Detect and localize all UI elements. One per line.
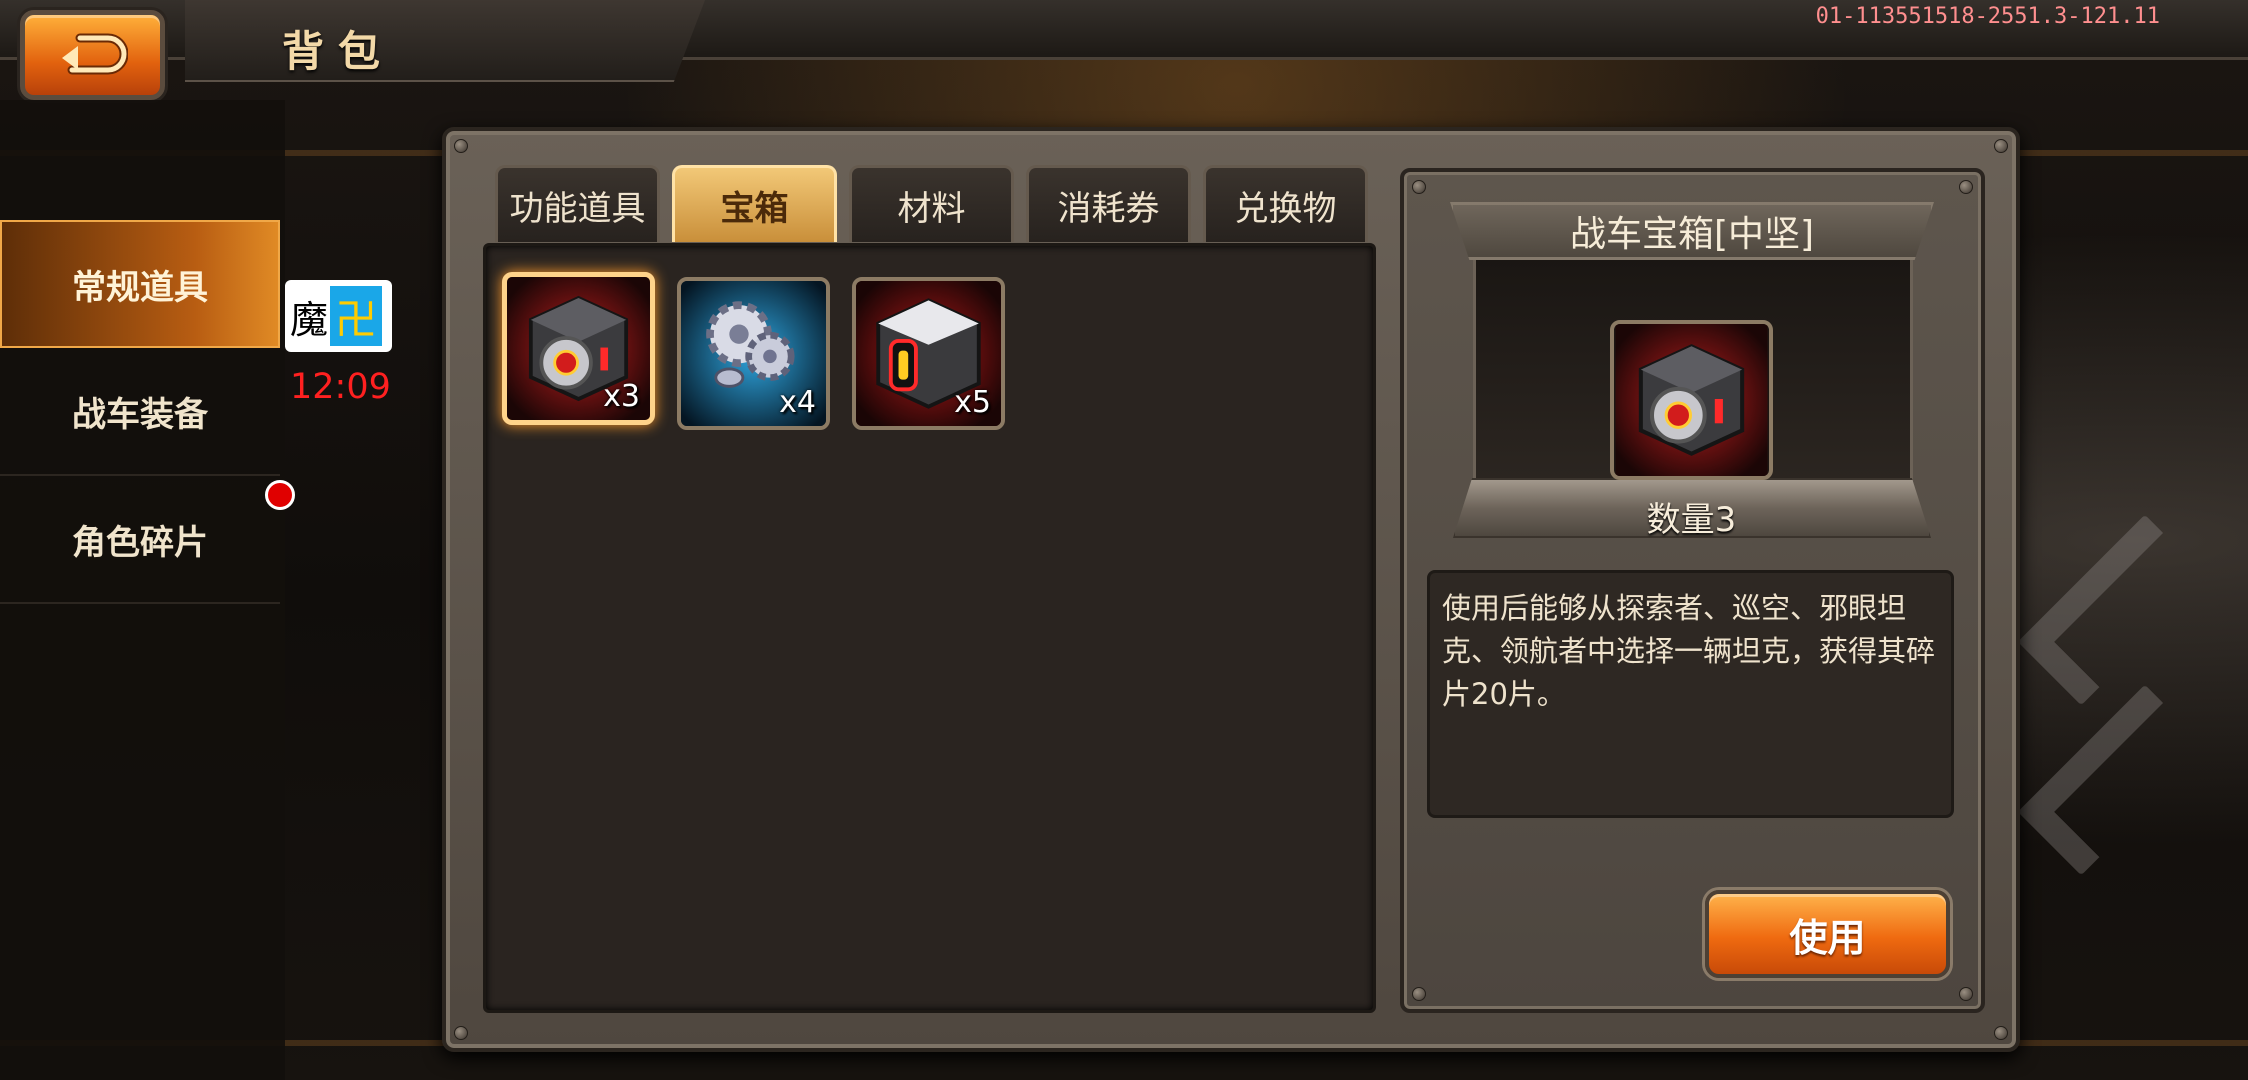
swastika-icon: 卍 [330, 286, 383, 346]
title-plate [185, 0, 705, 82]
item-description: 使用后能够从探索者、巡空、邪眼坦克、领航者中选择一辆坦克，获得其碎片20片。 [1427, 570, 1954, 818]
item-count: x3 [603, 379, 640, 414]
overlay-char: 魔 [290, 297, 329, 342]
sidebar-item-regular-items[interactable]: 常规道具 [0, 220, 280, 348]
detail-item-icon [1610, 320, 1773, 480]
item-slot-gears[interactable]: x4 [677, 277, 830, 430]
tab-function-items[interactable]: 功能道具 [495, 165, 660, 242]
use-button[interactable]: 使用 [1705, 890, 1950, 978]
detail-title: 战车宝箱[中坚] [1450, 202, 1934, 260]
page-title: 背包 [282, 27, 395, 76]
tab-exchange-items[interactable]: 兑换物 [1203, 165, 1368, 242]
back-button[interactable] [20, 10, 165, 100]
tab-bar: 功能道具 宝箱 材料 消耗券 兑换物 [495, 165, 1368, 242]
tab-consumable-vouchers[interactable]: 消耗券 [1026, 165, 1191, 242]
overlay-time: 12:09 [290, 367, 391, 407]
sidebar-item-vehicle-equipment[interactable]: 战车装备 [0, 348, 280, 476]
item-slot-red-core-chest[interactable]: x3 [502, 272, 655, 425]
item-slot-gold-core-chest[interactable]: x5 [852, 277, 1005, 430]
detail-quantity: 数量3 [1646, 500, 1737, 540]
notification-dot [265, 480, 295, 510]
item-count: x4 [779, 385, 816, 420]
item-count: x5 [954, 385, 991, 420]
tab-chests[interactable]: 宝箱 [672, 165, 837, 242]
sidebar-item-character-fragments[interactable]: 角色碎片 [0, 476, 280, 604]
red-core-chest-icon [1615, 324, 1768, 476]
tab-materials[interactable]: 材料 [849, 165, 1014, 242]
version-label: 01-113551518-2551.3-121.11 [1815, 4, 2160, 29]
back-arrow-icon [61, 33, 128, 75]
overlay-badge: 魔 卍 [285, 280, 392, 352]
